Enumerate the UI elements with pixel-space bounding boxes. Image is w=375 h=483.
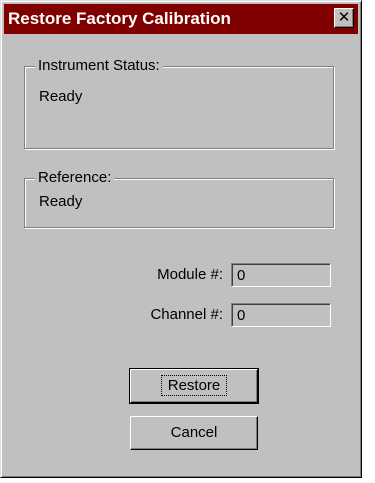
- restore-button[interactable]: Restore: [129, 368, 259, 404]
- instrument-status-legend: Instrument Status:: [35, 57, 163, 75]
- window-title: Restore Factory Calibration: [8, 9, 231, 28]
- close-button[interactable]: ✕: [334, 8, 354, 28]
- reference-legend: Reference:: [35, 169, 115, 187]
- module-field[interactable]: 0: [231, 263, 331, 287]
- cancel-button[interactable]: Cancel: [130, 416, 258, 450]
- reference-value: Ready: [39, 193, 83, 210]
- channel-field[interactable]: 0: [231, 303, 331, 327]
- cancel-button-label: Cancel: [170, 424, 218, 441]
- instrument-status-group: Instrument Status: Ready: [24, 57, 334, 149]
- restore-button-label: Restore: [160, 375, 228, 396]
- close-icon: ✕: [337, 8, 351, 26]
- reference-group: Reference: Ready: [24, 169, 334, 228]
- title-bar[interactable]: Restore Factory Calibration ✕: [4, 4, 358, 34]
- instrument-status-value: Ready: [39, 88, 83, 105]
- channel-label: Channel #:: [150, 306, 223, 323]
- restore-calibration-dialog: Restore Factory Calibration ✕ Instrument…: [0, 0, 362, 478]
- module-label: Module #:: [157, 266, 223, 283]
